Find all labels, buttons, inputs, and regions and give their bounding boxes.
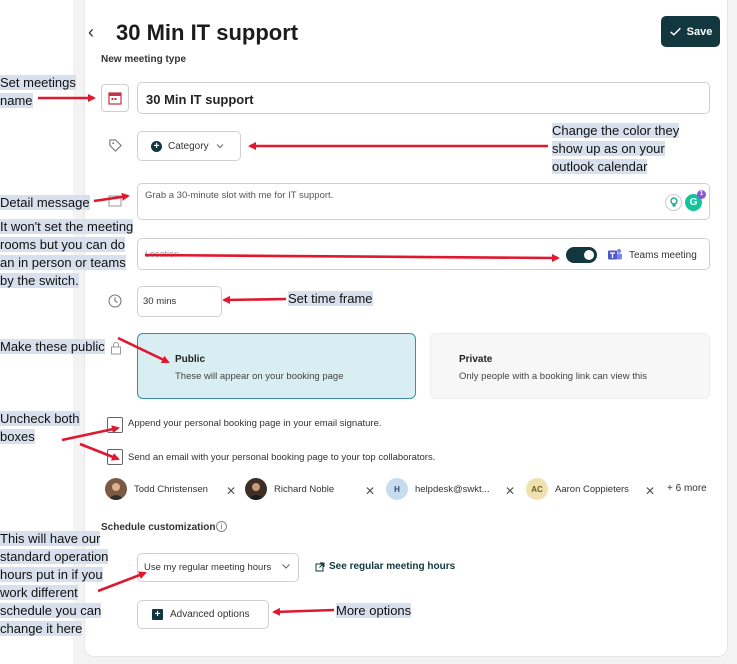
location-field[interactable]: Location Teams meeting bbox=[137, 238, 710, 270]
category-dropdown[interactable]: + Category bbox=[137, 131, 241, 161]
section-meeting-type-label: New meeting type bbox=[101, 54, 187, 65]
collaborator-chip: AC Aaron Coppieters bbox=[526, 478, 629, 500]
annotation-uncheck: Uncheck both boxes bbox=[0, 411, 80, 444]
collaborator-chip: Todd Christensen bbox=[105, 478, 208, 500]
signature-checkbox[interactable] bbox=[107, 417, 123, 433]
meeting-name-input[interactable]: 30 Min IT support bbox=[137, 82, 710, 114]
calendar-icon bbox=[101, 84, 129, 112]
email-checkbox-label: Send an email with your personal booking… bbox=[128, 452, 436, 463]
more-collaborators-link[interactable]: + 6 more bbox=[667, 483, 707, 494]
chevron-down-icon bbox=[282, 564, 290, 569]
add-circle-icon: + bbox=[151, 140, 162, 152]
add-square-icon: + bbox=[152, 609, 163, 620]
teams-toggle[interactable] bbox=[566, 247, 597, 263]
remove-collaborator-icon[interactable]: ✕ bbox=[365, 484, 375, 498]
meeting-hours-value: Use my regular meeting hours bbox=[144, 562, 272, 573]
advanced-options-button[interactable]: + Advanced options bbox=[137, 600, 269, 629]
grammarly-icon[interactable]: G1 bbox=[685, 190, 706, 211]
schedule-customization-label: Schedule customization bbox=[101, 522, 216, 533]
remove-collaborator-icon[interactable]: ✕ bbox=[645, 484, 655, 498]
external-link-icon bbox=[315, 562, 325, 571]
description-textarea[interactable]: Grab a 30-minute slot with me for IT sup… bbox=[137, 183, 710, 220]
annotation-location: It won't set the meeting rooms but you ca… bbox=[0, 219, 134, 288]
category-label: Category bbox=[168, 140, 209, 152]
location-placeholder: Location bbox=[145, 249, 180, 259]
remove-collaborator-icon[interactable]: ✕ bbox=[226, 484, 236, 498]
remove-collaborator-icon[interactable]: ✕ bbox=[505, 484, 515, 498]
annotation-detail: Detail message bbox=[0, 195, 90, 210]
avatar bbox=[105, 478, 127, 500]
public-subtitle: These will appear on your booking page bbox=[175, 371, 344, 382]
annotation-public: Make these public bbox=[0, 339, 105, 354]
collaborator-chip: Richard Noble bbox=[245, 478, 334, 500]
description-icon bbox=[108, 194, 122, 212]
chevron-down-icon bbox=[216, 144, 223, 149]
editor-badges: G1 bbox=[665, 190, 706, 211]
collaborator-chip: H helpdesk@swkt... bbox=[386, 478, 490, 500]
private-subtitle: Only people with a booking link can view… bbox=[459, 371, 647, 382]
see-regular-hours-link[interactable]: See regular meeting hours bbox=[315, 561, 455, 572]
collaborator-name: Richard Noble bbox=[274, 483, 335, 495]
save-button[interactable]: Save bbox=[661, 16, 720, 47]
info-icon[interactable]: i bbox=[216, 521, 227, 532]
annotation-hours: This will have our standard operation hour… bbox=[0, 531, 109, 636]
duration-input[interactable]: 30 mins bbox=[137, 286, 222, 317]
back-chevron-icon[interactable]: ‹ bbox=[88, 22, 94, 43]
page-title: 30 Min IT support bbox=[116, 20, 299, 45]
annotation-time: Set time frame bbox=[288, 291, 373, 306]
notification-dot-icon: 1 bbox=[697, 190, 706, 199]
meeting-hours-dropdown[interactable]: Use my regular meeting hours bbox=[137, 553, 299, 582]
annotation-category: Change the color they show up as on your o… bbox=[552, 123, 680, 174]
lock-icon bbox=[110, 341, 122, 360]
save-label: Save bbox=[686, 25, 713, 38]
avatar: AC bbox=[526, 478, 548, 500]
avatar: H bbox=[386, 478, 408, 500]
checkmark-icon bbox=[669, 27, 681, 36]
see-hours-label: See regular meeting hours bbox=[329, 561, 456, 572]
signature-checkbox-label: Append your personal booking page in you… bbox=[128, 418, 382, 429]
collaborator-name: Todd Christensen bbox=[134, 483, 208, 495]
visibility-public-option[interactable]: Public These will appear on your booking… bbox=[137, 333, 416, 399]
lightbulb-icon[interactable] bbox=[665, 194, 682, 211]
avatar bbox=[245, 478, 267, 500]
collaborator-name: helpdesk@swkt... bbox=[415, 483, 490, 495]
advanced-options-label: Advanced options bbox=[170, 609, 250, 620]
tag-icon bbox=[108, 138, 123, 158]
teams-icon bbox=[608, 249, 622, 260]
visibility-private-option[interactable]: Private Only people with a booking link … bbox=[430, 333, 710, 399]
collaborator-name: Aaron Coppieters bbox=[555, 483, 629, 495]
public-title: Public bbox=[175, 354, 206, 365]
annotation-name: Set meetings name bbox=[0, 75, 76, 108]
annotation-more: More options bbox=[336, 603, 412, 618]
private-title: Private bbox=[459, 354, 493, 365]
email-collaborators-checkbox[interactable] bbox=[107, 449, 123, 465]
clock-icon bbox=[108, 294, 122, 313]
teams-meeting-label: Teams meeting bbox=[629, 250, 697, 261]
